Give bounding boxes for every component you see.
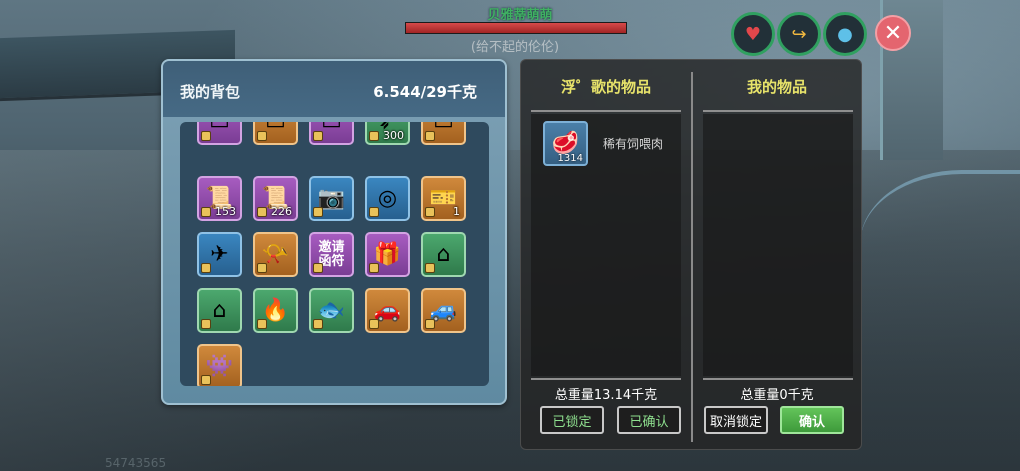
lock-icon	[201, 319, 211, 329]
partner-total-weight: 总重量13.14千克	[554, 388, 658, 403]
lock-icon	[369, 263, 379, 273]
backpack-header: 我的背包 6.544/29千克	[163, 61, 505, 117]
lock-icon	[201, 131, 211, 141]
item-count: 153	[215, 205, 236, 218]
lock-icon	[313, 207, 323, 217]
close-icon: ✕	[883, 20, 903, 46]
backpack-slot[interactable]: 🔥	[253, 288, 298, 333]
close-button[interactable]: ✕	[875, 15, 911, 51]
backpack-slot[interactable]: ▭	[421, 122, 466, 145]
item-icon: ▭	[209, 122, 230, 135]
partner-header-line	[531, 110, 681, 112]
backpack-slot[interactable]: ◎	[365, 176, 410, 221]
my-total-weight: 总重量0千克	[740, 388, 814, 403]
backpack-weight: 6.544/29千克	[373, 83, 477, 101]
backpack-slot[interactable]: 📷	[309, 176, 354, 221]
lock-icon	[313, 263, 323, 273]
lock-icon	[257, 131, 267, 141]
my-header-line	[703, 110, 853, 112]
partner-confirmed-status: 已确认	[617, 406, 681, 434]
trade-panel: 浮゜歌的物品 我的物品 🥩 1314 稀有饲喂肉 总重量13.14千克 总重量0…	[520, 59, 862, 450]
backpack-slot[interactable]: 📜 153	[197, 176, 242, 221]
backpack-slot[interactable]: 🎫 1	[421, 176, 466, 221]
heart-icon: ♥	[744, 23, 762, 45]
lock-icon	[201, 207, 211, 217]
lock-icon	[201, 375, 211, 385]
game-scene: 贝雅蒂萌萌 (给不起的伦伦) ♥ ↪ ● ✕ 54743565 我的背包 6.5…	[0, 0, 1020, 471]
backpack-slot[interactable]: 👾	[197, 344, 242, 386]
item-icon: ◎	[377, 186, 398, 211]
backpack-slot[interactable]: ➶ 300	[365, 122, 410, 145]
lock-icon	[369, 131, 379, 141]
item-icon: ▭	[433, 122, 454, 135]
backpack-panel: 我的背包 6.544/29千克 ▭ ▭ ▭ ➶ 300 ▭ 📜 153 📜 226 📷 ◎ 🎫 1 ✈ 📯 邀请…	[161, 59, 507, 405]
lock-icon	[369, 319, 379, 329]
trade-item-slot[interactable]: 🥩 1314	[543, 121, 588, 166]
target-hp-fill	[406, 23, 626, 33]
backpack-slot[interactable]: ✈	[197, 232, 242, 277]
item-icon: ▭	[265, 122, 286, 135]
arrow-icon: ↪	[791, 23, 807, 45]
partner-items-title: 浮゜歌的物品	[560, 78, 651, 96]
background-floor	[0, 150, 1020, 471]
trade-item-name: 稀有饲喂肉	[603, 137, 664, 151]
target-subtitle: (给不起的伦伦)	[470, 40, 560, 55]
lock-icon	[425, 207, 435, 217]
confirm-button[interactable]: 确认	[780, 406, 844, 434]
player-id-text: 54743565	[105, 456, 167, 470]
item-icon: ⌂	[212, 298, 227, 323]
backpack-slot[interactable]: 🎁	[365, 232, 410, 277]
lock-icon	[201, 263, 211, 273]
lock-icon	[313, 131, 323, 141]
lock-icon	[425, 319, 435, 329]
backpack-title: 我的背包	[180, 83, 241, 101]
backpack-slot[interactable]: 邀请函符	[309, 232, 354, 277]
backpack-slot[interactable]: 🚗	[365, 288, 410, 333]
partner-footer-line	[531, 378, 681, 380]
trade-item-count: 1314	[557, 153, 583, 164]
lock-icon	[257, 319, 267, 329]
item-count: 1	[453, 205, 460, 218]
arrow-button[interactable]: ↪	[777, 12, 821, 56]
lock-icon	[257, 207, 267, 217]
target-name: 贝雅蒂萌萌	[487, 8, 553, 23]
heart-button[interactable]: ♥	[731, 12, 775, 56]
cancel-lock-button[interactable]: 取消锁定	[704, 406, 768, 434]
lock-icon	[257, 263, 267, 273]
backpack-slot[interactable]: 🚙	[421, 288, 466, 333]
backpack-slot[interactable]: 📜 226	[253, 176, 298, 221]
backpack-slot[interactable]: ⌂	[197, 288, 242, 333]
lock-icon	[313, 319, 323, 329]
partner-locked-status: 已锁定	[540, 406, 604, 434]
target-hp-bar	[405, 22, 627, 34]
item-icon: ⌂	[436, 242, 451, 267]
drop-button[interactable]: ●	[823, 12, 867, 56]
backpack-slot[interactable]: 📯	[253, 232, 298, 277]
backpack-slot[interactable]: ⌂	[421, 232, 466, 277]
lock-icon	[425, 131, 435, 141]
lock-icon	[369, 207, 379, 217]
item-count: 300	[383, 129, 404, 142]
backpack-grid[interactable]: ▭ ▭ ▭ ➶ 300 ▭ 📜 153 📜 226 📷 ◎ 🎫 1 ✈ 📯 邀请函符 🎁 ⌂ ⌂ 🔥 🐟 🚗 🚙 👾	[180, 122, 489, 386]
backpack-slot[interactable]: ▭	[197, 122, 242, 145]
item-icon: ▭	[321, 122, 342, 135]
backpack-slot[interactable]: ▭	[253, 122, 298, 145]
item-icon: ✈	[210, 242, 229, 267]
drop-icon: ●	[837, 23, 853, 45]
item-count: 226	[271, 205, 292, 218]
my-item-area[interactable]	[703, 114, 853, 376]
backpack-slot[interactable]: 🐟	[309, 288, 354, 333]
my-items-title: 我的物品	[746, 78, 807, 96]
backpack-slot[interactable]: ▭	[309, 122, 354, 145]
my-footer-line	[703, 378, 853, 380]
lock-icon	[425, 263, 435, 273]
